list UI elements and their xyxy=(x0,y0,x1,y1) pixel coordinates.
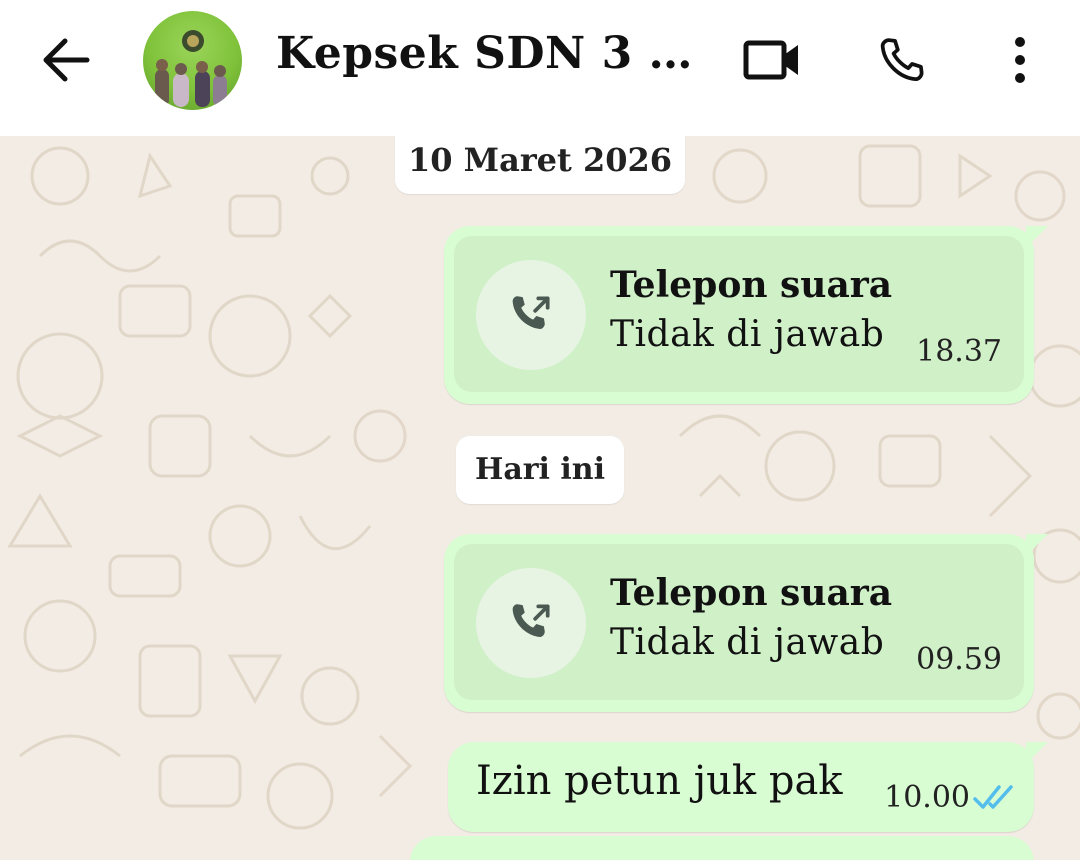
video-call-button[interactable] xyxy=(740,30,804,90)
bubble-tail xyxy=(1026,742,1048,764)
call-card: Telepon suara Tidak di jawab 09.59 xyxy=(454,544,1024,700)
partial-message-bubble[interactable] xyxy=(410,836,1034,860)
call-bubble[interactable]: Telepon suara Tidak di jawab 18.37 xyxy=(444,226,1048,404)
date-separator: 10 Maret 2026 xyxy=(395,136,685,194)
outgoing-call-icon xyxy=(512,296,550,329)
chat-wallpaper[interactable]: 10 Maret 2026 Telepon suara Tidak di jaw… xyxy=(0,136,1080,860)
contact-name[interactable]: Kepsek SDN 3 Pa... xyxy=(276,28,716,79)
date-separator: Hari ini xyxy=(456,436,624,504)
outgoing-call-icon xyxy=(512,604,550,637)
call-icon-circle xyxy=(476,568,586,678)
message-time: 18.37 xyxy=(916,334,1002,369)
call-status: Tidak di jawab xyxy=(610,314,885,355)
text-message-bubble[interactable]: Izin petun juk pak 10.00 xyxy=(448,742,1048,832)
message-text: Izin petun juk pak xyxy=(476,758,843,804)
group-photo-icon xyxy=(155,30,227,107)
bubble-tail xyxy=(1026,226,1048,248)
call-status: Tidak di jawab xyxy=(610,622,885,663)
call-title: Telepon suara xyxy=(610,572,893,614)
call-bubble[interactable]: Telepon suara Tidak di jawab 09.59 xyxy=(444,534,1048,712)
call-title: Telepon suara xyxy=(610,264,893,306)
more-options-button[interactable] xyxy=(988,30,1052,90)
video-camera-icon xyxy=(743,40,798,80)
message-time: 10.00 xyxy=(884,780,970,815)
call-icon-circle xyxy=(476,260,586,370)
message-time: 09.59 xyxy=(916,642,1002,677)
voice-call-button[interactable] xyxy=(870,30,934,90)
arrow-left-icon xyxy=(43,38,90,82)
more-vertical-icon xyxy=(1015,37,1025,83)
phone-icon xyxy=(880,38,924,81)
bubble-tail xyxy=(1026,534,1048,556)
avatar[interactable] xyxy=(143,11,242,110)
chat-header: Kepsek SDN 3 Pa... xyxy=(0,0,1080,136)
back-button[interactable] xyxy=(40,36,92,84)
call-card: Telepon suara Tidak di jawab 18.37 xyxy=(454,236,1024,392)
double-check-read-icon xyxy=(973,785,1013,809)
